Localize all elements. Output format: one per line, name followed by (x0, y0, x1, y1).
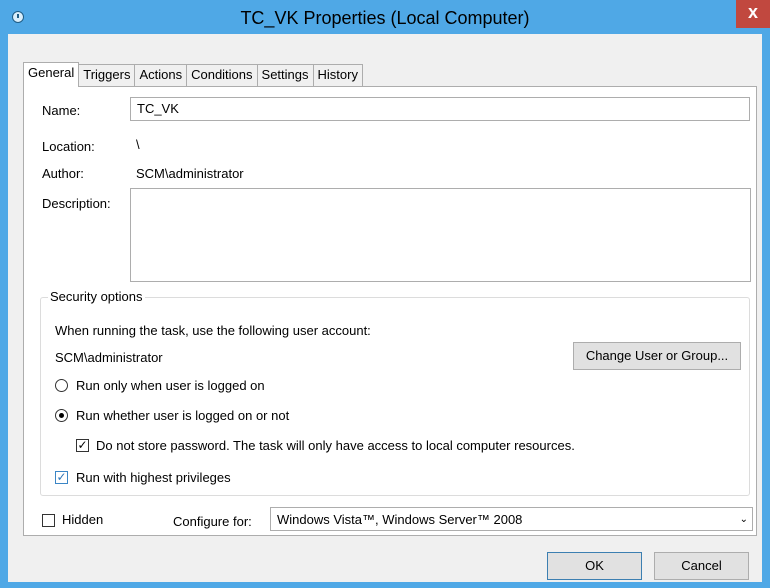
location-value: \ (136, 137, 140, 152)
hidden-checkbox[interactable] (42, 514, 55, 527)
do-not-store-password-label: Do not store password. The task will onl… (96, 438, 575, 453)
radio-logged-on-label: Run only when user is logged on (76, 378, 265, 393)
account-prompt: When running the task, use the following… (55, 323, 371, 338)
tab-triggers[interactable]: Triggers (78, 64, 136, 86)
security-options-title: Security options (48, 289, 145, 304)
tab-actions[interactable]: Actions (134, 64, 188, 86)
close-button[interactable]: x (736, 0, 770, 28)
cancel-button[interactable]: Cancel (654, 552, 749, 580)
configure-for-value: Windows Vista™, Windows Server™ 2008 (277, 512, 523, 527)
ok-button[interactable]: OK (547, 552, 642, 580)
configure-for-label: Configure for: (173, 514, 252, 529)
highest-privileges-checkbox[interactable]: ✓ (55, 471, 68, 484)
hidden-label: Hidden (62, 512, 104, 527)
description-field[interactable] (130, 188, 751, 282)
properties-dialog: TC_VK Properties (Local Computer) x Gene… (0, 0, 770, 588)
author-label: Author: (42, 166, 84, 181)
tab-conditions[interactable]: Conditions (186, 64, 258, 86)
window-title: TC_VK Properties (Local Computer) (240, 8, 530, 28)
change-user-button[interactable]: Change User or Group... (573, 342, 741, 370)
chevron-down-icon: ⌄ (739, 514, 748, 525)
author-value: SCM\administrator (136, 166, 244, 181)
account-value: SCM\administrator (55, 350, 163, 365)
name-label: Name: (42, 103, 81, 118)
name-field[interactable]: TC_VK (130, 97, 750, 121)
tab-history[interactable]: History (312, 64, 363, 86)
configure-for-dropdown[interactable]: Windows Vista™, Windows Server™ 2008 ⌄ (270, 507, 753, 531)
description-label: Description: (42, 196, 111, 211)
radio-whether-label: Run whether user is logged on or not (76, 408, 290, 423)
tab-strip: General Triggers Actions Conditions Sett… (23, 62, 363, 87)
name-value: TC_VK (137, 101, 179, 116)
tab-general[interactable]: General (23, 62, 80, 87)
location-label: Location: (42, 139, 95, 154)
highest-privileges-label: Run with highest privileges (76, 470, 231, 485)
radio-whether-logged-on[interactable] (55, 409, 68, 422)
radio-logged-on-only[interactable] (55, 379, 68, 392)
do-not-store-password-checkbox[interactable]: ✓ (76, 439, 89, 452)
tab-settings[interactable]: Settings (256, 64, 314, 86)
title-bar: TC_VK Properties (Local Computer) x (0, 0, 770, 34)
